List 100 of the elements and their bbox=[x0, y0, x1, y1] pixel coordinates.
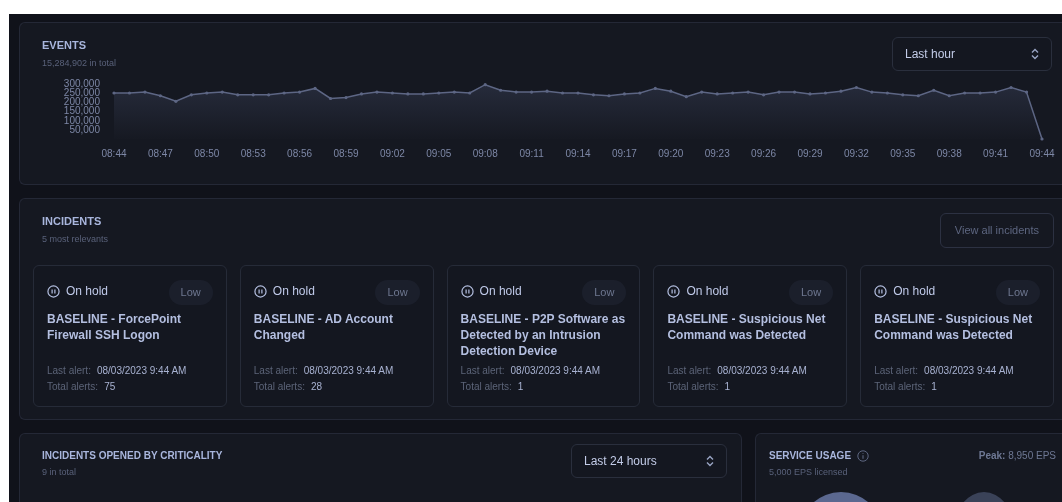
data-point bbox=[282, 91, 286, 95]
total-alerts-label: Total alerts: bbox=[874, 379, 926, 394]
data-point bbox=[607, 94, 611, 98]
severity-label: Low bbox=[789, 280, 834, 305]
data-point bbox=[545, 89, 549, 93]
total-alerts-label: Total alerts: bbox=[460, 379, 512, 394]
x-tick-label: 09:08 bbox=[472, 148, 498, 159]
data-point bbox=[437, 91, 441, 95]
data-point bbox=[622, 92, 626, 96]
y-tick-label: 50,000 bbox=[69, 123, 100, 135]
last-alert-value: 08/03/2023 9:44 AM bbox=[96, 363, 187, 378]
total-alerts-value: 1 bbox=[931, 379, 937, 394]
incident-card[interactable]: On hold Low BASELINE - ForcePoint Firewall SSH Logon Last alert: 08/03/2023 9:44 AM Total alerts: 75 bbox=[33, 265, 227, 407]
info-icon[interactable] bbox=[857, 449, 870, 462]
data-point bbox=[1024, 90, 1029, 94]
data-point bbox=[885, 91, 889, 95]
pause-circle-icon bbox=[874, 284, 888, 298]
data-point bbox=[808, 92, 812, 96]
data-point bbox=[514, 90, 518, 94]
data-point bbox=[823, 91, 828, 95]
data-point bbox=[700, 90, 704, 94]
status-label: On hold bbox=[272, 283, 315, 300]
panel-title: INCIDENTS bbox=[42, 214, 103, 229]
last-alert-label: Last alert: bbox=[460, 363, 505, 378]
data-point bbox=[406, 92, 410, 96]
data-point bbox=[839, 89, 843, 93]
data-point bbox=[916, 94, 920, 98]
incident-title: BASELINE - AD Account Changed bbox=[253, 310, 394, 344]
data-point bbox=[328, 96, 333, 101]
data-point bbox=[591, 93, 596, 97]
pause-circle-icon bbox=[667, 284, 681, 298]
y-tick-label: 100,000 bbox=[63, 114, 100, 126]
data-point bbox=[963, 91, 967, 95]
data-point bbox=[978, 91, 982, 95]
last-alert-label: Last alert: bbox=[47, 363, 91, 378]
x-tick-label: 09:02 bbox=[379, 148, 405, 159]
panel-title: INCIDENTS OPENED BY CRITICALITY bbox=[42, 449, 223, 463]
data-point bbox=[746, 90, 750, 94]
x-tick-label: 08:47 bbox=[147, 148, 173, 159]
incident-card[interactable]: On hold Low BASELINE - P2P Software as Detected by an Intrusion Detection Device Last alert: 08/03/2023 9:44 AM Total alerts: 1 bbox=[446, 265, 641, 407]
data-point bbox=[127, 91, 132, 95]
chevron-up-down-icon bbox=[706, 455, 714, 467]
panel-subtitle: 5 most relevants bbox=[42, 232, 109, 246]
last-alert-label: Last alert: bbox=[874, 363, 919, 378]
incident-title: BASELINE - ForcePoint Firewall SSH Logon bbox=[47, 310, 182, 344]
x-tick-label: 09:23 bbox=[704, 148, 730, 159]
last-alert-value: 08/03/2023 9:44 AM bbox=[924, 363, 1014, 378]
data-point bbox=[236, 93, 240, 97]
data-point bbox=[870, 90, 874, 94]
y-tick-label: 250,000 bbox=[63, 87, 100, 98]
pause-circle-icon bbox=[47, 284, 60, 298]
x-tick-label: 09:41 bbox=[983, 148, 1009, 159]
data-point bbox=[777, 90, 781, 94]
y-tick-label: 150,000 bbox=[63, 105, 100, 117]
data-point bbox=[560, 91, 565, 95]
data-point bbox=[468, 91, 472, 95]
data-point bbox=[313, 86, 317, 90]
x-tick-label: 09:14 bbox=[565, 148, 591, 159]
total-alerts-value: 1 bbox=[517, 379, 524, 394]
data-point bbox=[684, 95, 688, 99]
x-tick-label: 09:35 bbox=[890, 148, 916, 159]
data-point bbox=[421, 92, 425, 96]
incident-title: BASELINE - Suspicious Net Command was Detected bbox=[667, 310, 827, 344]
data-point bbox=[901, 93, 905, 97]
data-point bbox=[220, 90, 224, 94]
time-range-select[interactable]: Last 24 hours bbox=[571, 444, 727, 478]
severity-label: Low bbox=[582, 280, 627, 305]
x-tick-label: 09:38 bbox=[936, 148, 962, 159]
last-alert-value: 08/03/2023 9:44 AM bbox=[717, 363, 807, 378]
data-point bbox=[344, 96, 348, 100]
x-tick-label: 08:50 bbox=[194, 148, 220, 159]
panel-subtitle: 15,284,902 in total bbox=[42, 56, 117, 70]
panel-title: EVENTS bbox=[42, 38, 87, 53]
total-alerts-label: Total alerts: bbox=[47, 379, 99, 394]
data-point bbox=[189, 93, 193, 97]
x-tick-label: 08:53 bbox=[240, 148, 266, 159]
incident-title: BASELINE - P2P Software as Detected by an Intrusion Detection Device bbox=[460, 310, 627, 360]
x-tick-label: 09:20 bbox=[658, 148, 684, 159]
data-point bbox=[792, 90, 797, 94]
status-label: On hold bbox=[686, 283, 729, 300]
data-point bbox=[638, 91, 642, 95]
data-point bbox=[669, 89, 673, 93]
data-point bbox=[932, 88, 936, 92]
severity-label: Low bbox=[375, 280, 420, 305]
data-point bbox=[731, 91, 735, 95]
data-point bbox=[715, 92, 719, 96]
incident-card[interactable]: On hold Low BASELINE - Suspicious Net Command was Detected Last alert: 08/03/2023 9:44 AM Total alerts: 1 bbox=[653, 265, 848, 407]
x-tick-label: 09:26 bbox=[751, 148, 777, 159]
x-tick-label: 09:05 bbox=[426, 148, 452, 159]
incident-card[interactable]: On hold Low BASELINE - AD Account Changed Last alert: 08/03/2023 9:44 AM Total alerts: 28 bbox=[239, 265, 434, 407]
data-point bbox=[452, 90, 456, 94]
panel-subtitle: 9 in total bbox=[42, 466, 78, 479]
data-point bbox=[251, 93, 255, 97]
last-alert-label: Last alert: bbox=[253, 363, 298, 378]
x-tick-label: 08:44 bbox=[101, 148, 127, 159]
time-range-select[interactable]: Last hour bbox=[892, 37, 1052, 71]
chevron-up-down-icon bbox=[1031, 48, 1039, 60]
total-alerts-label: Total alerts: bbox=[667, 379, 719, 394]
panel-title: SERVICE USAGE bbox=[769, 449, 852, 463]
incident-card[interactable]: On hold Low BASELINE - Suspicious Net Command was Detected Last alert: 08/03/2023 9:44 AM Total alerts: 1 bbox=[860, 265, 1054, 407]
